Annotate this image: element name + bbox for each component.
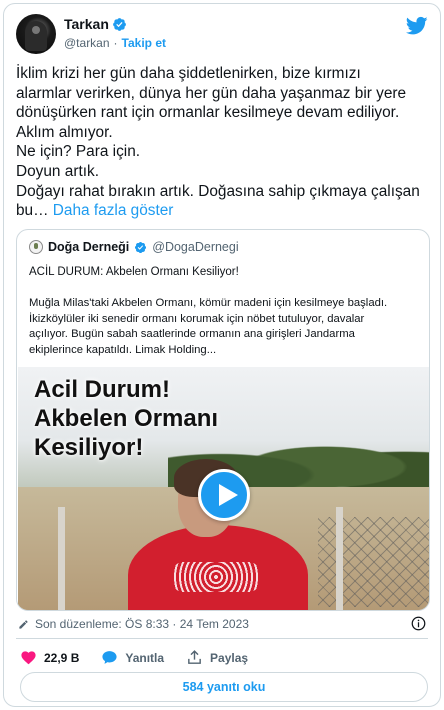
quoted-author-name[interactable]: Doğa Derneği — [48, 240, 129, 254]
tweet-text: İklim krizi her gün daha şiddetlenirken,… — [16, 64, 432, 221]
reply-button[interactable]: Yanıtla — [101, 649, 164, 666]
like-count: 22,9 B — [44, 650, 80, 665]
read-replies-button[interactable]: 584 yanıtı oku — [20, 672, 428, 702]
quoted-body-line: açılıyor. Bugün sabah saatlerinde ormanı… — [29, 328, 355, 341]
author-name-row: Tarkan — [64, 16, 127, 32]
heart-icon — [21, 651, 36, 665]
tweet-header: Tarkan @tarkan · Takip et — [16, 14, 428, 56]
pencil-icon — [19, 619, 28, 629]
twitter-bird-icon[interactable] — [406, 16, 428, 36]
quoted-tweet-header: Doğa Derneği @DogaDernegi — [29, 240, 239, 254]
edited-info[interactable]: Son düzenleme: ÖS 8:33 · 24 Tem 2023 — [18, 617, 249, 631]
reply-bubble-icon — [102, 651, 117, 664]
tweet-line: alarmlar verirken, dünya her gün daha ya… — [16, 84, 407, 102]
quoted-tweet[interactable]: Doğa Derneği @DogaDernegi ACİL DURUM: Ak… — [16, 229, 430, 611]
quoted-author-handle[interactable]: @DogaDernegi — [152, 240, 238, 254]
verified-badge-icon — [135, 241, 147, 253]
author-handle-row: @tarkan · Takip et — [64, 36, 166, 50]
tweet-line: Doyun artık. — [16, 162, 99, 180]
like-button[interactable]: 22,9 B — [20, 649, 79, 666]
reply-label: Yanıtla — [125, 650, 165, 665]
author-name[interactable]: Tarkan — [64, 16, 109, 32]
tweet-line: Doğayı rahat bırakın artık. Doğasına sah… — [16, 182, 420, 200]
play-button-icon[interactable] — [198, 469, 250, 521]
author-handle[interactable]: @tarkan — [64, 36, 110, 50]
tweet-line: dönüşürken rant için ormanlar kesilmeye … — [16, 104, 400, 122]
tweet-line: İklim krizi her gün daha şiddetlenirken,… — [16, 65, 361, 82]
fence-post — [58, 507, 65, 610]
quoted-body-line: ekiplerince kapatıldı. Limak Holding... — [29, 343, 217, 356]
fence-wire — [318, 517, 429, 607]
tweet-line: Aklım almıyor. — [16, 123, 113, 141]
quoted-body-line: İkizköylüler iki senedir ormanı korumak … — [29, 312, 365, 325]
fence-post — [336, 507, 343, 610]
quoted-body: Muğla Milas'taki Akbelen Ormanı, kömür m… — [29, 296, 424, 358]
action-bar: 22,9 B Yanıtla Paylaş — [20, 649, 270, 666]
tweet-line: bu… — [16, 202, 49, 220]
share-icon — [188, 650, 201, 664]
tweet-line: Ne için? Para için. — [16, 143, 141, 161]
video-title-line: Acil Durum! — [34, 376, 171, 403]
quoted-avatar[interactable] — [29, 240, 43, 254]
verified-badge-icon — [112, 17, 126, 31]
quoted-title: ACİL DURUM: Akbelen Ormanı Kesiliyor! — [29, 266, 239, 278]
tweet-last-line: bu… Daha fazla göster — [16, 201, 432, 221]
quoted-body-line: Muğla Milas'taki Akbelen Ormanı, kömür m… — [29, 297, 388, 309]
video-title-overlay: Acil Durum! Akbelen Ormanı Kesiliyor! — [34, 375, 218, 462]
avatar[interactable] — [16, 14, 56, 54]
video-thumbnail[interactable]: Acil Durum! Akbelen Ormanı Kesiliyor! — [18, 367, 429, 610]
show-more-link[interactable]: Daha fazla göster — [53, 202, 174, 219]
separator-dot: · — [113, 36, 118, 50]
edited-text: Son düzenleme: ÖS 8:33 · 24 Tem 2023 — [35, 617, 249, 631]
divider — [16, 638, 428, 639]
share-label: Paylaş — [210, 650, 249, 665]
share-button[interactable]: Paylaş — [186, 649, 248, 666]
shirt-pattern — [173, 562, 259, 592]
info-icon[interactable] — [411, 616, 426, 631]
follow-button[interactable]: Takip et — [122, 36, 166, 50]
video-title-line: Akbelen Ormanı — [34, 405, 219, 432]
video-title-line: Kesiliyor! — [34, 434, 144, 461]
tweet-card: Tarkan @tarkan · Takip et İklim krizi he… — [3, 3, 441, 707]
